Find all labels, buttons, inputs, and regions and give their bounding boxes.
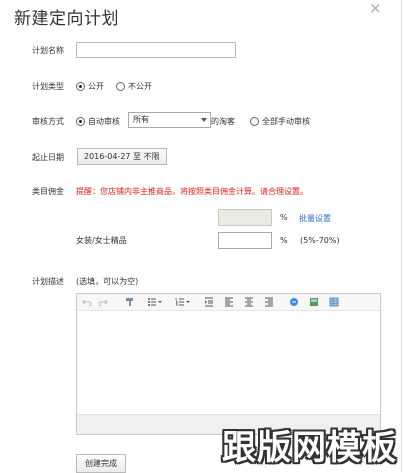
rich-text-editor xyxy=(76,293,381,435)
review-auto-radio[interactable] xyxy=(76,117,85,126)
review-suffix: 的淘客 xyxy=(211,117,235,126)
dialog-title: 新建定向计划 xyxy=(14,9,119,29)
ordered-list-icon[interactable] xyxy=(175,297,191,307)
close-icon[interactable]: × xyxy=(369,0,382,17)
description-label: 计划描述 xyxy=(32,277,64,286)
editor-content-area[interactable] xyxy=(77,311,380,415)
commission-warning: 提醒：您店铺内非主推商品，将按照类目佣金计算。请合理设置。 xyxy=(76,187,308,196)
dates-label: 起止日期 xyxy=(32,153,64,162)
plan-name-input[interactable] xyxy=(76,42,236,58)
align-left-icon[interactable] xyxy=(224,297,234,307)
batch-rate-unit: % xyxy=(280,213,288,222)
image-icon[interactable] xyxy=(309,297,319,307)
review-manual-label: 全部手动审核 xyxy=(262,117,310,126)
plan-type-private-label: 不公开 xyxy=(128,82,152,91)
plan-type-public-label: 公开 xyxy=(88,82,104,91)
category-name: 女装/女士精品 xyxy=(76,236,127,245)
review-auto-label: 自动审核 xyxy=(88,117,120,126)
align-center-icon[interactable] xyxy=(244,297,254,307)
watermark-logo: 跟版网模板 xyxy=(222,428,397,468)
editor-toolbar xyxy=(77,294,380,311)
plan-name-label: 计划名称 xyxy=(32,46,64,55)
table-icon[interactable] xyxy=(329,297,339,307)
batch-rate-input xyxy=(218,209,272,226)
category-rate-unit: % xyxy=(280,236,288,245)
unordered-list-icon[interactable] xyxy=(147,297,163,307)
new-plan-dialog: 新建定向计划 × 计划名称 计划类型 公开 不公开 审核方式 自动审核 所有 的… xyxy=(0,0,402,473)
plan-type-label: 计划类型 xyxy=(32,82,64,91)
plan-type-public-radio[interactable] xyxy=(76,82,85,91)
chevron-down-icon xyxy=(201,118,207,122)
link-icon[interactable] xyxy=(289,297,299,307)
review-label: 审核方式 xyxy=(32,117,64,126)
indent-icon[interactable] xyxy=(204,297,214,307)
redo-icon[interactable] xyxy=(98,297,108,307)
plan-type-private-radio[interactable] xyxy=(116,82,125,91)
align-right-icon[interactable] xyxy=(264,297,274,307)
format-brush-icon[interactable] xyxy=(125,297,135,307)
category-rate-input[interactable] xyxy=(218,232,272,249)
date-range-button[interactable]: 2016-04-27 至 不限 xyxy=(77,148,167,165)
undo-icon[interactable] xyxy=(82,297,92,307)
category-commission-label: 类目佣金 xyxy=(32,187,64,196)
review-manual-radio[interactable] xyxy=(250,117,259,126)
category-rate-hint: (5%-70%) xyxy=(300,236,340,245)
review-scope-select[interactable]: 所有 xyxy=(128,112,211,128)
create-button[interactable]: 创建完成 xyxy=(76,454,126,473)
batch-setting-link[interactable]: 批量设置 xyxy=(299,213,331,224)
description-hint: (选填，可以为空) xyxy=(76,277,139,286)
review-scope-value: 所有 xyxy=(133,115,149,124)
